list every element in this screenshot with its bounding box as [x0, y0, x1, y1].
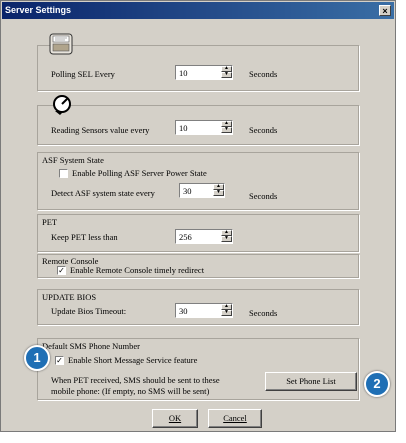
spin-down-icon[interactable]: ▼	[221, 236, 232, 242]
sel-log-icon	[49, 33, 73, 55]
asf-group-title: ASF System State	[42, 155, 104, 165]
sensor-unit: Seconds	[249, 125, 278, 135]
sensor-label: Reading Sensors value every	[51, 125, 150, 135]
sensor-spinner[interactable]: ▲▼	[175, 120, 233, 135]
asf-detect-spinner[interactable]: ▲▼	[179, 183, 225, 198]
window-title: Server Settings	[5, 5, 72, 15]
server-settings-dialog: Server Settings × Polling SEL Every ▲▼ S…	[0, 0, 396, 432]
remote-console-label: Enable Remote Console timely redirect	[70, 265, 205, 275]
update-bios-spinner[interactable]: ▲▼	[175, 303, 233, 318]
cancel-button[interactable]: Cancel	[208, 409, 262, 428]
spin-down-icon[interactable]: ▼	[221, 310, 232, 316]
callout-marker-2: 2	[364, 371, 390, 397]
update-bios-title: UPDATE BIOS	[42, 292, 97, 302]
asf-group: ASF System State	[37, 152, 359, 210]
polling-sel-label: Polling SEL Every	[51, 69, 115, 79]
sms-note-line2: mobile phone: (If empty, no SMS will be …	[51, 386, 210, 396]
asf-detect-input[interactable]	[180, 184, 215, 197]
asf-detect-label: Detect ASF system state every	[51, 188, 155, 198]
update-bios-label: Update Bios Timeout:	[51, 306, 127, 316]
spin-down-icon[interactable]: ▼	[221, 127, 232, 133]
pet-input[interactable]	[176, 230, 223, 243]
close-button[interactable]: ×	[379, 5, 391, 16]
remote-console-checkbox[interactable]: ✓	[57, 266, 66, 275]
polling-sel-input[interactable]	[176, 66, 223, 79]
sms-note-line1: When PET received, SMS should be sent to…	[51, 375, 220, 385]
title-bar: Server Settings ×	[2, 2, 394, 19]
polling-sel-spinner[interactable]: ▲▼	[175, 65, 233, 80]
polling-sel-unit: Seconds	[249, 69, 278, 79]
spin-down-icon[interactable]: ▼	[221, 72, 232, 78]
set-phone-list-button[interactable]: Set Phone List	[265, 372, 357, 391]
pet-spinner[interactable]: ▲▼	[175, 229, 233, 244]
pet-label: Keep PET less than	[51, 232, 118, 242]
sensor-gauge-icon	[51, 94, 73, 116]
sms-checkbox-label: Enable Short Message Service feature	[68, 355, 198, 365]
callout-marker-1: 1	[24, 345, 50, 371]
ok-button[interactable]: OK	[152, 409, 198, 428]
sms-group-title: Default SMS Phone Number	[42, 341, 140, 351]
pet-group-title: PET	[42, 217, 58, 227]
spin-down-icon[interactable]: ▼	[213, 190, 224, 196]
update-bios-input[interactable]	[176, 304, 223, 317]
asf-polling-label: Enable Polling ASF Server Power State	[72, 168, 207, 178]
sms-checkbox[interactable]: ✓	[55, 356, 64, 365]
update-bios-unit: Seconds	[249, 308, 278, 318]
sensor-input[interactable]	[176, 121, 223, 134]
asf-detect-unit: Seconds	[249, 191, 278, 201]
asf-polling-checkbox[interactable]	[59, 169, 68, 178]
